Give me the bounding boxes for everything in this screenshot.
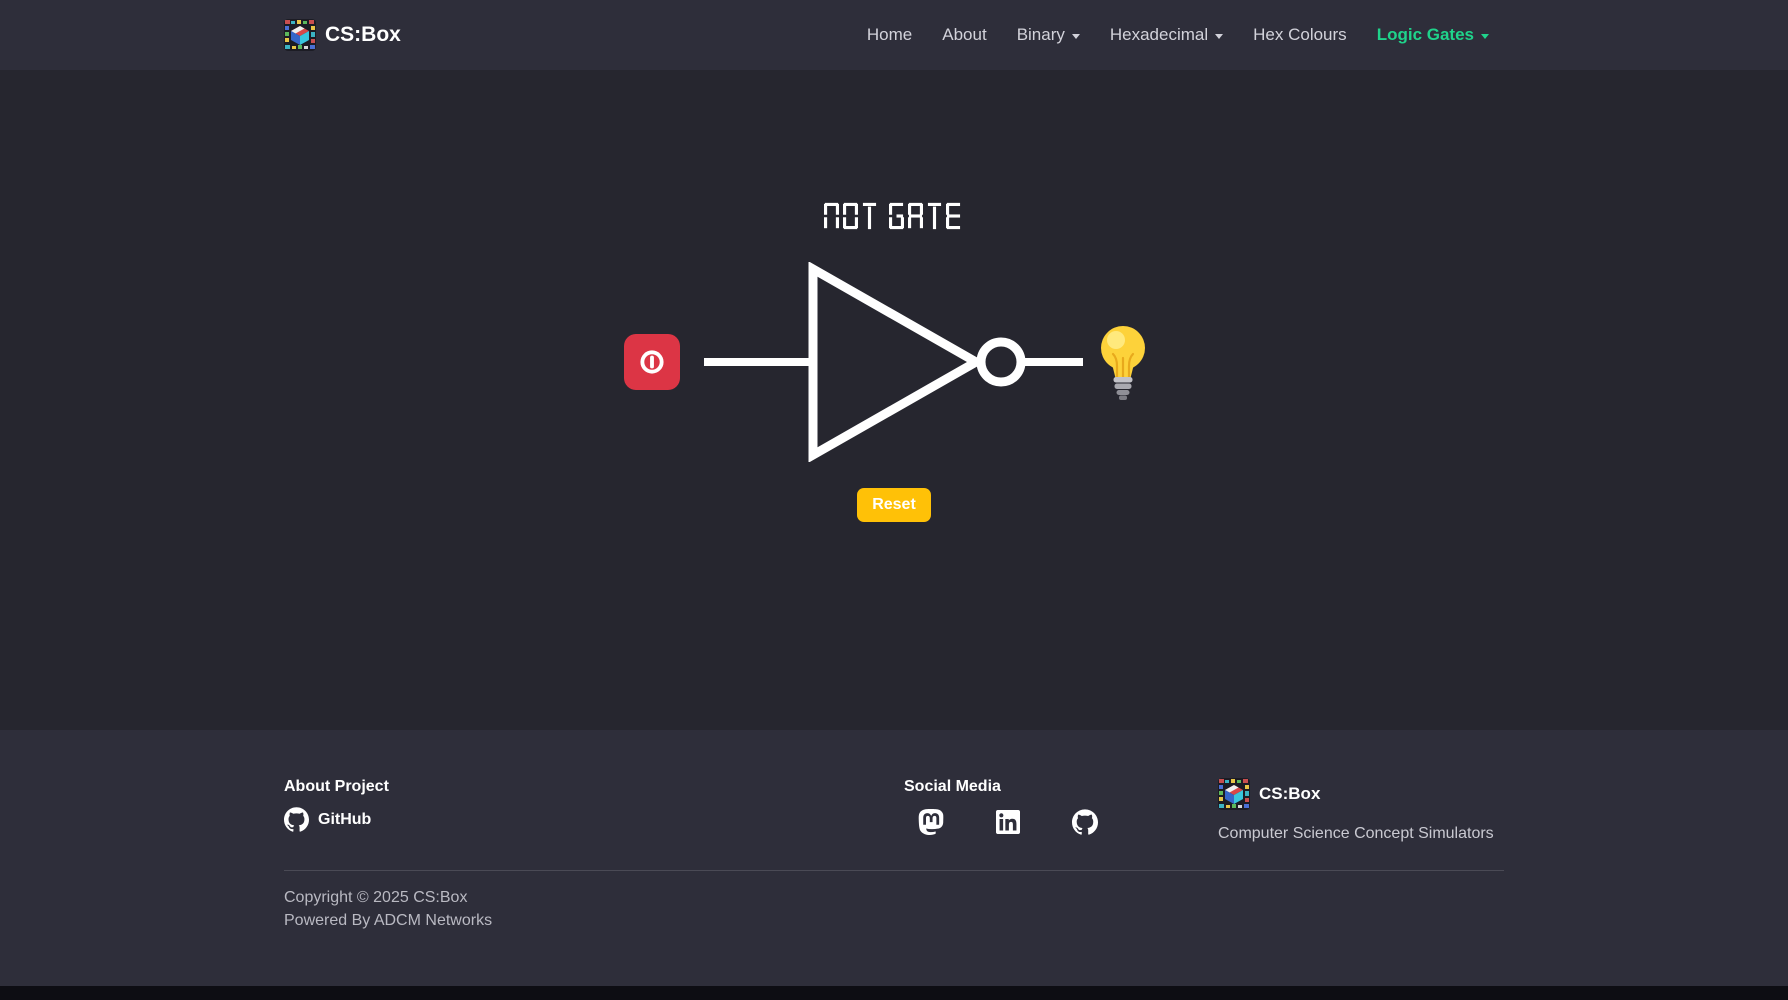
copyright-block: Copyright © 2025 CS:Box Powered By ADCM … [284,887,1504,932]
mastodon-link[interactable] [918,809,944,835]
footer-brand[interactable]: CS:Box [1218,778,1504,810]
chevron-down-icon [1481,34,1489,39]
lightbulb-on-icon [1099,322,1147,402]
not-gate-simulator [624,262,1164,462]
about-project-heading: About Project [284,778,904,796]
brand-link[interactable]: CS:Box [284,19,401,51]
brand-text: CS:Box [325,23,401,47]
not-gate-diagram [691,262,1091,462]
csbox-logo-icon [1218,778,1250,810]
gate-title [824,202,965,230]
chevron-down-icon [1215,34,1223,39]
copyright-text: Copyright © 2025 CS:Box [284,887,1504,910]
github-icon [284,807,309,832]
footer-brand-column: CS:Box Computer Science Concept Simulato… [1218,778,1504,843]
reset-button[interactable]: Reset [857,488,931,522]
social-media-heading: Social Media [904,778,1104,796]
footer-brand-text: CS:Box [1259,784,1320,804]
nav-item-about[interactable]: About [927,17,1001,53]
github-icon [1072,809,1098,835]
footer-social-column: Social Media [904,778,1104,835]
nav-item-hexadecimal[interactable]: Hexadecimal [1095,17,1238,53]
nav-item-logic-gates[interactable]: Logic Gates [1362,17,1504,53]
footer-about-column: About Project GitHub [284,778,904,832]
footer-divider [284,870,1504,871]
mastodon-icon [918,809,944,835]
gate-triangle [813,269,976,455]
main-content: Reset [0,70,1788,730]
navbar: CS:Box Home About Binary Hexadecimal Hex… [0,0,1788,70]
github-link-label: GitHub [318,811,371,829]
bottom-strip [0,986,1788,1000]
nav-menu: Home About Binary Hexadecimal Hex Colour… [852,17,1504,53]
social-icons-row [904,809,1104,835]
linkedin-link[interactable] [996,810,1020,834]
github-social-link[interactable] [1072,809,1098,835]
nav-item-home[interactable]: Home [852,17,927,53]
inversion-bubble [981,342,1021,382]
footer-tagline: Computer Science Concept Simulators [1218,825,1504,843]
github-repo-link[interactable]: GitHub [284,807,904,832]
csbox-logo-icon [284,19,316,51]
power-off-icon [637,347,667,377]
linkedin-icon [996,810,1020,834]
nav-item-binary[interactable]: Binary [1002,17,1095,53]
powered-by-text: Powered By ADCM Networks [284,910,1504,933]
nav-item-hex-colours[interactable]: Hex Colours [1238,17,1362,53]
footer: About Project GitHub Social Media [0,730,1788,986]
input-toggle-button[interactable] [624,334,680,390]
chevron-down-icon [1072,34,1080,39]
